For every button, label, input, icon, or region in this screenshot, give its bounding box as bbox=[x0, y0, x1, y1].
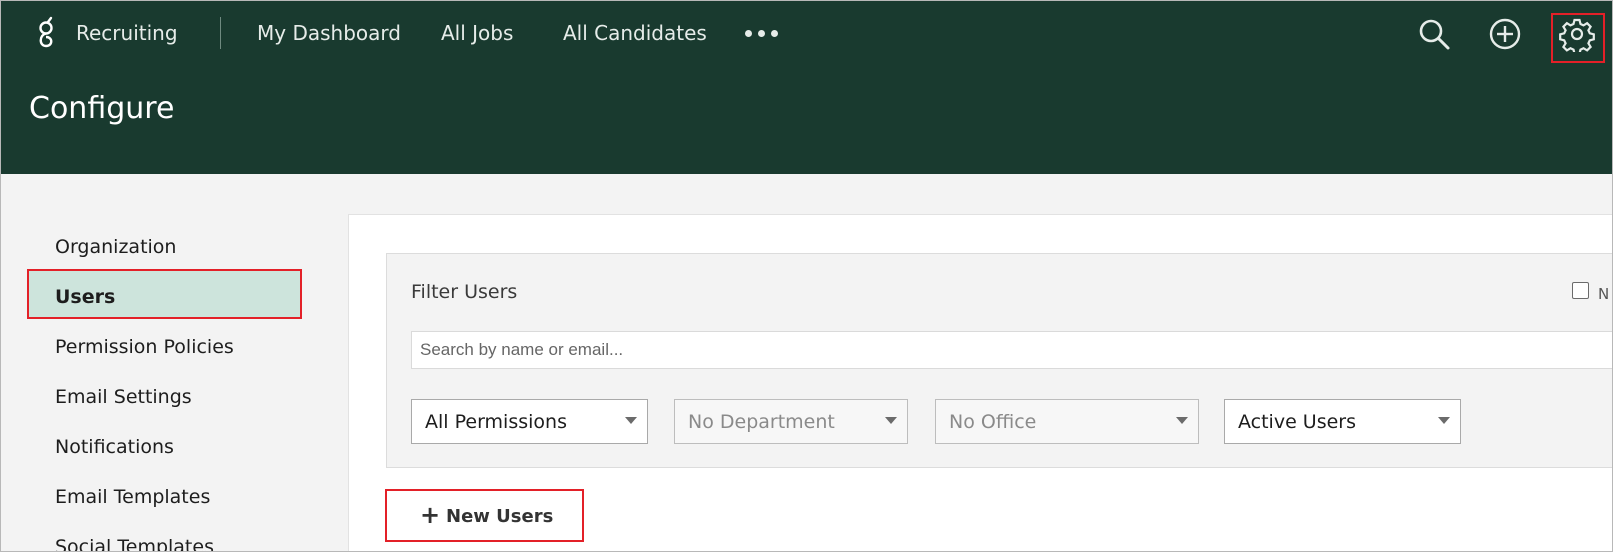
gear-highlight-box bbox=[1551, 13, 1605, 63]
nav-all-candidates[interactable]: All Candidates bbox=[563, 21, 707, 45]
sidebar-item-social-templates[interactable]: Social Templates bbox=[55, 536, 214, 551]
filter-checkbox[interactable] bbox=[1572, 282, 1589, 299]
chevron-down-icon bbox=[625, 417, 637, 424]
permissions-select[interactable]: All Permissions bbox=[411, 399, 648, 444]
more-icon[interactable] bbox=[745, 23, 781, 43]
app-window: Recruiting My Dashboard All Jobs All Can… bbox=[0, 0, 1613, 552]
chevron-down-icon bbox=[885, 417, 897, 424]
status-select[interactable]: Active Users bbox=[1224, 399, 1461, 444]
sidebar-item-email-settings[interactable]: Email Settings bbox=[55, 386, 192, 408]
add-circle-icon[interactable] bbox=[1487, 16, 1523, 52]
sidebar-item-permission-policies[interactable]: Permission Policies bbox=[55, 336, 234, 358]
top-header: Recruiting My Dashboard All Jobs All Can… bbox=[1, 1, 1612, 174]
product-name[interactable]: Recruiting bbox=[76, 21, 178, 45]
office-select[interactable]: No Office bbox=[935, 399, 1199, 444]
sidebar-item-organization[interactable]: Organization bbox=[55, 236, 176, 258]
filter-checkbox-label: N bbox=[1598, 285, 1610, 303]
sidebar-item-notifications[interactable]: Notifications bbox=[55, 436, 174, 458]
status-select-value: Active Users bbox=[1238, 411, 1357, 433]
chevron-down-icon bbox=[1176, 417, 1188, 424]
sidebar-item-email-templates[interactable]: Email Templates bbox=[55, 486, 210, 508]
nav-my-dashboard[interactable]: My Dashboard bbox=[257, 21, 401, 45]
greenhouse-logo-icon bbox=[39, 16, 53, 48]
header-divider bbox=[220, 17, 221, 49]
chevron-down-icon bbox=[1438, 417, 1450, 424]
users-highlight-box bbox=[27, 269, 302, 319]
department-select-value: No Department bbox=[688, 411, 835, 433]
nav-all-jobs[interactable]: All Jobs bbox=[441, 21, 513, 45]
filter-users-title: Filter Users bbox=[411, 281, 518, 303]
permissions-select-value: All Permissions bbox=[425, 411, 567, 433]
department-select[interactable]: No Department bbox=[674, 399, 908, 444]
new-users-highlight-box bbox=[385, 489, 584, 542]
search-icon[interactable] bbox=[1416, 16, 1452, 52]
page-title: Configure bbox=[29, 91, 175, 126]
office-select-value: No Office bbox=[949, 411, 1037, 433]
search-input[interactable] bbox=[411, 331, 1612, 369]
